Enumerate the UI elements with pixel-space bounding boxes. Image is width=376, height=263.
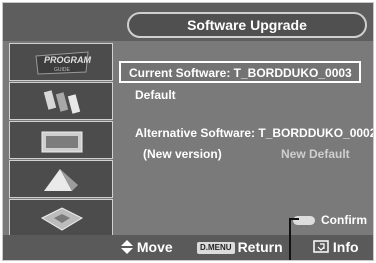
title-bar: Software Upgrade [3, 3, 373, 41]
sound-icon [44, 169, 78, 191]
move-label: Move [136, 239, 173, 255]
sidebar-item-label: PROGRAM [44, 55, 92, 65]
info-label: Info [332, 239, 359, 255]
channel-icon [43, 90, 81, 114]
bottom-help-bar: Move D.MENU Return Info [3, 235, 373, 260]
return-hint: D.MENU Return [197, 239, 283, 255]
info-icon [313, 240, 329, 253]
picture-icon [41, 131, 83, 153]
alternative-software-option[interactable]: Alternative Software: T_BORDDUKO_0002 [135, 126, 373, 140]
pointer-line-vertical [289, 218, 291, 260]
confirm-hint[interactable]: Confirm [293, 213, 367, 227]
program-guide-icon: PROGRAM GUIDE [35, 51, 92, 75]
current-default-label: Default [135, 88, 176, 102]
setup-icon [40, 207, 84, 231]
sidebar-item-sound[interactable] [9, 160, 113, 198]
page-title: Software Upgrade [127, 12, 367, 38]
software-upgrade-screen: Software Upgrade PROGRAM GUIDE Current S… [2, 2, 374, 261]
current-software-option[interactable]: Current Software: T_BORDDUKO_0003 [119, 61, 361, 83]
return-label: Return [237, 239, 283, 255]
alternative-version-label: (New version) [143, 147, 222, 161]
sidebar-item-channel[interactable] [9, 82, 113, 120]
sidebar-item-program-guide[interactable]: PROGRAM GUIDE [9, 43, 113, 81]
menu-button-icon: D.MENU [197, 242, 235, 255]
info-hint: Info [313, 239, 359, 255]
upgrade-content: Current Software: T_BORDDUKO_0003 Defaul… [119, 41, 373, 239]
new-default-label: New Default [281, 147, 350, 161]
confirm-label: Confirm [321, 213, 367, 227]
sidebar: PROGRAM GUIDE [9, 43, 115, 239]
move-hint: Move [121, 239, 173, 255]
sidebar-item-picture[interactable] [9, 121, 113, 159]
current-software-label: Current Software: T_BORDDUKO_0003 [129, 66, 352, 80]
sidebar-item-sublabel: GUIDE [54, 67, 71, 73]
sidebar-item-setup[interactable] [9, 199, 113, 237]
up-down-arrow-icon [121, 240, 133, 254]
